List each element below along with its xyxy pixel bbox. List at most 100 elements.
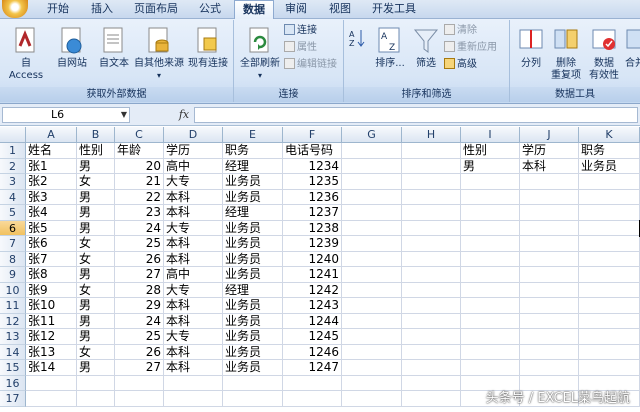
cell-A1[interactable]: 姓名 [26,143,77,159]
cell-K12[interactable] [579,313,640,329]
cell-B13[interactable]: 男 [77,329,115,345]
consolidate-button[interactable]: 合并 [624,26,640,70]
cell-E12[interactable]: 业务员 [223,313,283,329]
cell-D10[interactable]: 大专 [164,282,223,298]
cell-E15[interactable]: 业务员 [223,360,283,376]
cell-J12[interactable] [520,313,579,329]
cell-G2[interactable] [342,158,402,174]
cell-K15[interactable] [579,360,640,376]
cell-C10[interactable]: 28 [115,282,164,298]
cell-C1[interactable]: 年龄 [115,143,164,159]
cell-K9[interactable] [579,267,640,283]
cell-D8[interactable]: 本科 [164,251,223,267]
from-web-button[interactable]: 自网站 [52,26,92,70]
tab-insert[interactable]: 插入 [80,0,124,19]
properties-button[interactable]: 属性 [284,41,317,55]
chevron-down-icon[interactable]: ▼ [121,108,127,122]
cell-H4[interactable] [402,189,461,205]
sort-ascending-button[interactable]: AZ [348,28,368,52]
clear-filter-button[interactable]: 清除 [444,24,477,38]
column-header-H[interactable]: H [402,127,461,143]
insert-function-icon[interactable]: fx [176,107,192,123]
cell-B1[interactable]: 性别 [77,143,115,159]
cell-F2[interactable]: 1234 [283,158,342,174]
cell-A14[interactable]: 张13 [26,344,77,360]
column-header-B[interactable]: B [77,127,115,143]
cell-B10[interactable]: 女 [77,282,115,298]
cell-K7[interactable] [579,236,640,252]
cell-I6[interactable] [461,220,520,236]
cell-B2[interactable]: 男 [77,158,115,174]
name-box[interactable]: L6 ▼ [2,107,130,123]
row-header-12[interactable]: 12 [0,313,26,329]
row-header-16[interactable]: 16 [0,375,26,391]
cell-H12[interactable] [402,313,461,329]
cell-G5[interactable] [342,205,402,221]
cell-G14[interactable] [342,344,402,360]
row-header-11[interactable]: 11 [0,298,26,314]
cell-H10[interactable] [402,282,461,298]
cell-D1[interactable]: 学历 [164,143,223,159]
existing-connections-button[interactable]: 现有连接 [184,26,232,70]
cell-I13[interactable] [461,329,520,345]
cell-G3[interactable] [342,174,402,190]
cell-K2[interactable]: 业务员 [579,158,640,174]
cell-E3[interactable]: 业务员 [223,174,283,190]
cell-I11[interactable] [461,298,520,314]
select-all-corner[interactable] [0,127,26,143]
tab-home[interactable]: 开始 [36,0,80,19]
cell-A6[interactable]: 张5 [26,220,77,236]
cell-K11[interactable] [579,298,640,314]
cell-F5[interactable]: 1237 [283,205,342,221]
cell-D5[interactable]: 本科 [164,205,223,221]
cell-K14[interactable] [579,344,640,360]
cell-I4[interactable] [461,189,520,205]
cell-I14[interactable] [461,344,520,360]
cell-J14[interactable] [520,344,579,360]
cell-H9[interactable] [402,267,461,283]
cell-K10[interactable] [579,282,640,298]
cell-H11[interactable] [402,298,461,314]
cell-C2[interactable]: 20 [115,158,164,174]
refresh-all-button[interactable]: 全部刷新 ▾ [236,26,284,82]
cell-C12[interactable]: 24 [115,313,164,329]
cell-F11[interactable]: 1243 [283,298,342,314]
cell-H8[interactable] [402,251,461,267]
cell-C9[interactable]: 27 [115,267,164,283]
data-validation-button[interactable]: 数据 有效性 [586,26,622,82]
row-header-2[interactable]: 2 [0,158,26,174]
row-header-7[interactable]: 7 [0,236,26,252]
cell-I9[interactable] [461,267,520,283]
cell-G6[interactable] [342,220,402,236]
office-button[interactable] [2,0,28,18]
cell-J1[interactable]: 学历 [520,143,579,159]
cell-F1[interactable]: 电话号码 [283,143,342,159]
column-header-G[interactable]: G [342,127,402,143]
cell-A4[interactable]: 张3 [26,189,77,205]
cell-H16[interactable] [402,375,461,391]
cell-E4[interactable]: 业务员 [223,189,283,205]
cell-E13[interactable]: 业务员 [223,329,283,345]
cell-A2[interactable]: 张1 [26,158,77,174]
cell-G15[interactable] [342,360,402,376]
cell-D11[interactable]: 本科 [164,298,223,314]
row-header-9[interactable]: 9 [0,267,26,283]
cell-I5[interactable] [461,205,520,221]
cell-C13[interactable]: 25 [115,329,164,345]
cell-C4[interactable]: 22 [115,189,164,205]
cell-J9[interactable] [520,267,579,283]
row-header-5[interactable]: 5 [0,205,26,221]
tab-developer[interactable]: 开发工具 [362,0,426,19]
cell-D12[interactable]: 本科 [164,313,223,329]
cell-B6[interactable]: 男 [77,220,115,236]
cell-C11[interactable]: 29 [115,298,164,314]
tab-page-layout[interactable]: 页面布局 [124,0,188,19]
cell-D7[interactable]: 本科 [164,236,223,252]
cell-C7[interactable]: 25 [115,236,164,252]
text-to-columns-button[interactable]: 分列 [514,26,548,70]
cell-E2[interactable]: 经理 [223,158,283,174]
cell-B11[interactable]: 男 [77,298,115,314]
cell-J7[interactable] [520,236,579,252]
cell-A12[interactable]: 张11 [26,313,77,329]
cell-E17[interactable] [223,391,283,407]
